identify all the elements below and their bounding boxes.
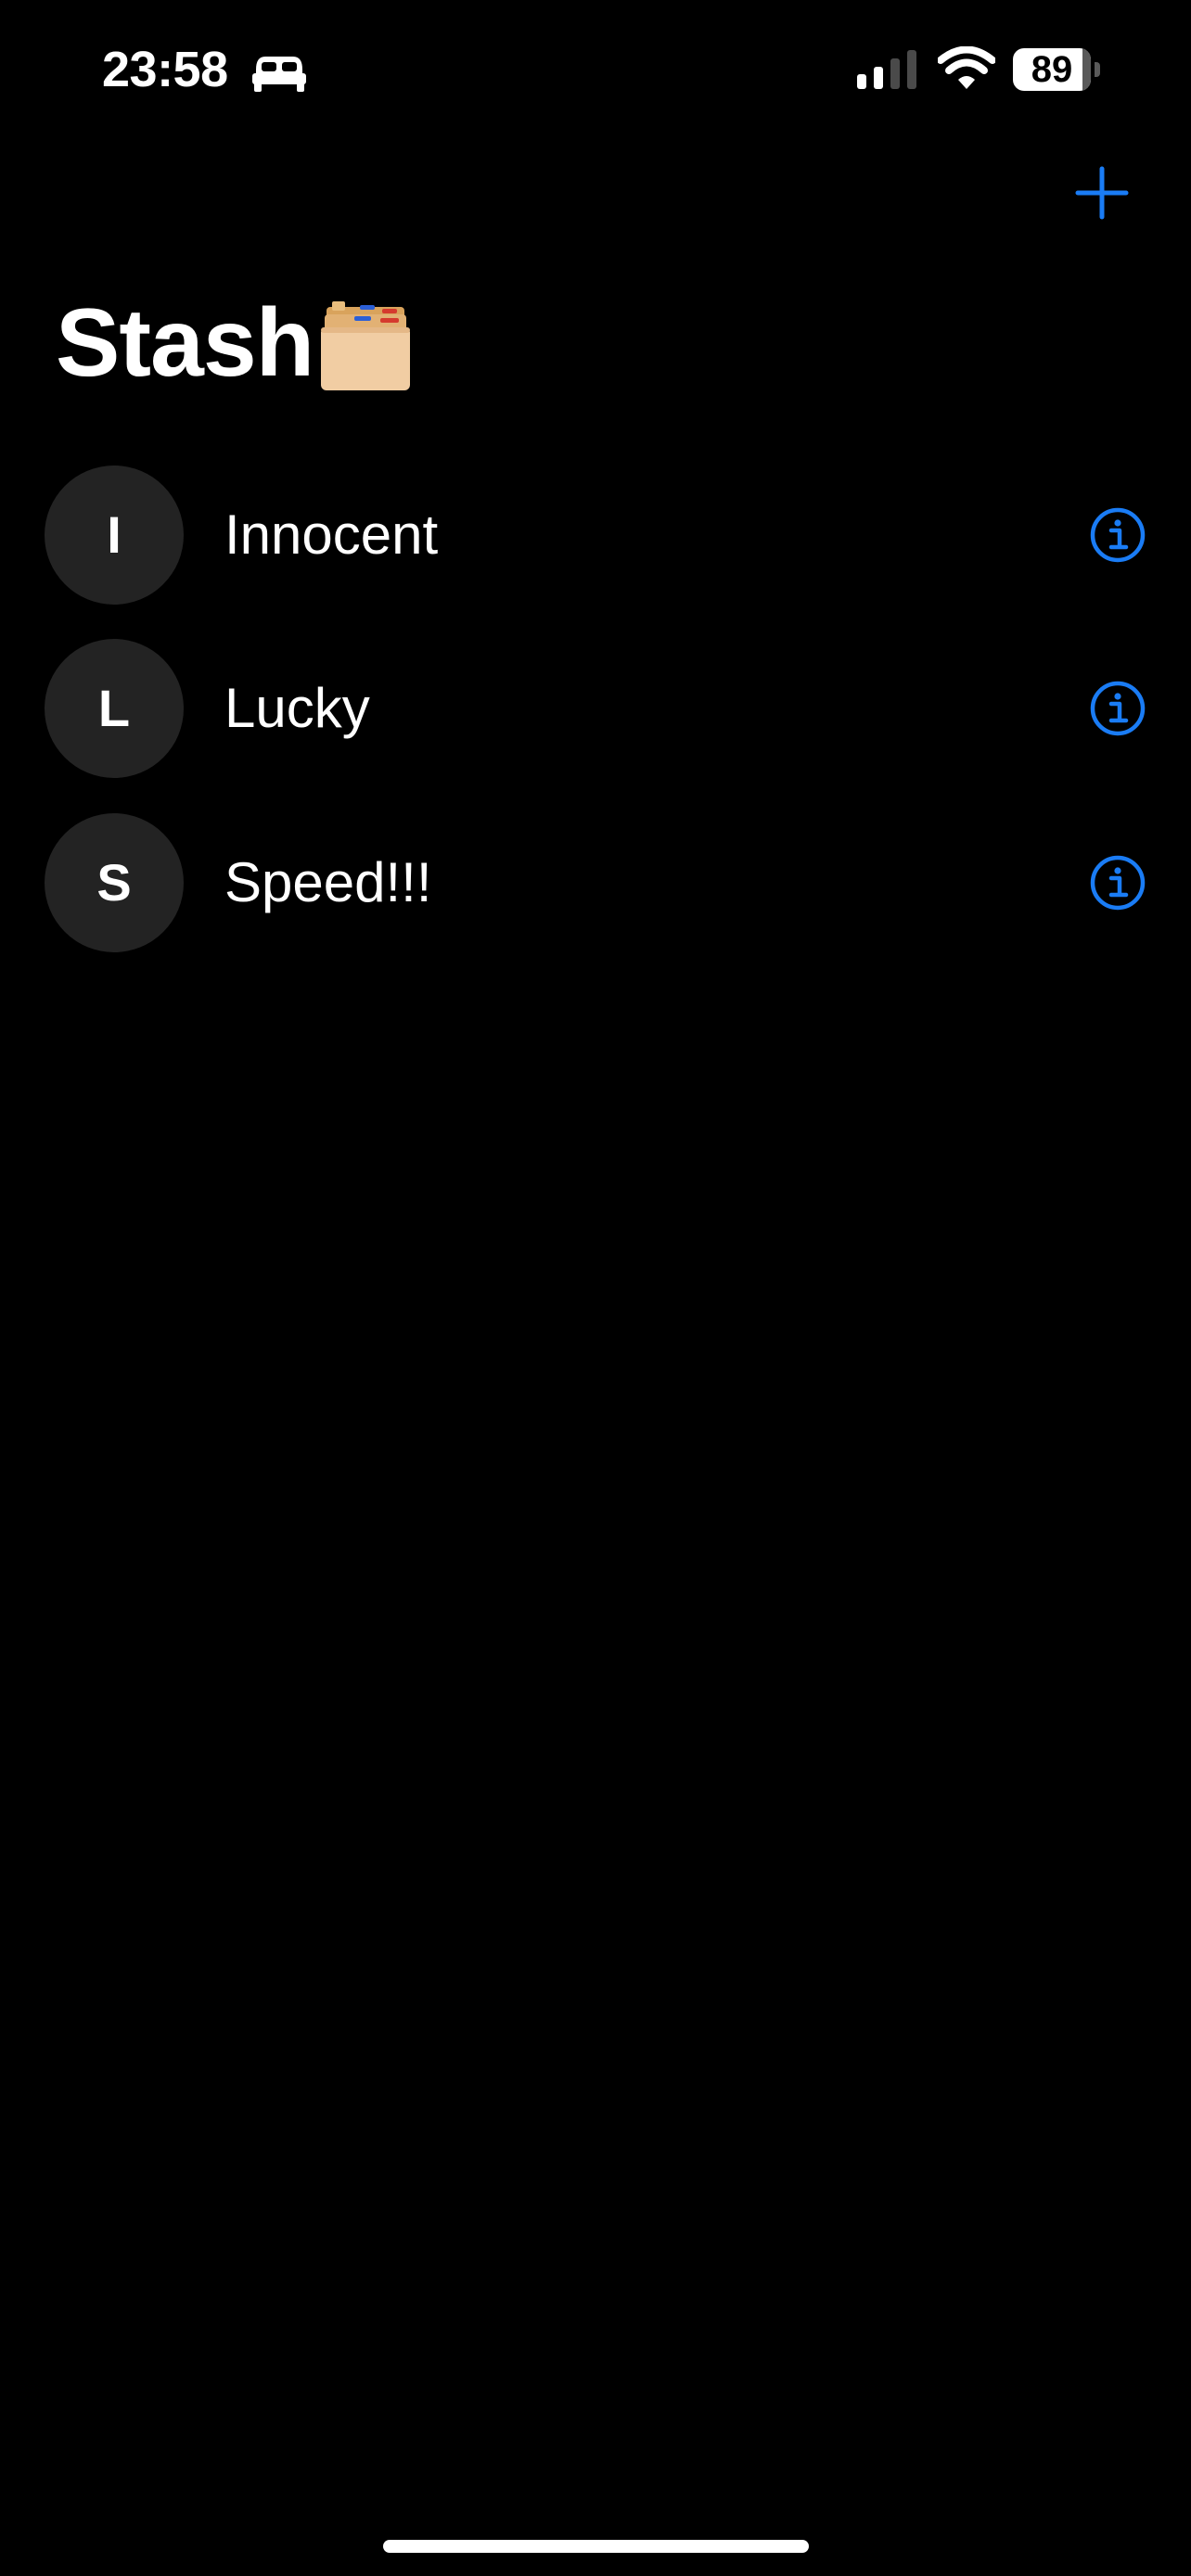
avatar: L (45, 639, 184, 778)
battery-level: 89 (1031, 49, 1073, 90)
page-header: Stash (56, 278, 414, 408)
plus-icon[interactable] (1074, 165, 1130, 221)
list-item-label: Speed!!! (224, 851, 432, 913)
wifi-icon (938, 46, 995, 89)
battery-indicator: 89 (1013, 48, 1102, 91)
info-icon[interactable] (1089, 506, 1146, 564)
info-icon[interactable] (1089, 854, 1146, 912)
home-indicator[interactable] (383, 2540, 809, 2553)
status-bar: 23:58 89 (0, 0, 1191, 139)
info-icon[interactable] (1089, 680, 1146, 737)
list-item[interactable]: S Speed!!! (0, 813, 1191, 986)
list-item-label: Innocent (224, 504, 439, 566)
page-title: Stash (56, 289, 314, 397)
cellular-signal-icon (857, 50, 916, 89)
list-item[interactable]: I Innocent (0, 465, 1191, 638)
avatar: S (45, 813, 184, 952)
status-time: 23:58 (102, 42, 228, 97)
card-file-box-icon (321, 301, 411, 390)
list-item-label: Lucky (224, 677, 370, 739)
bed-icon (252, 57, 306, 92)
avatar: I (45, 465, 184, 605)
list-item[interactable]: L Lucky (0, 639, 1191, 811)
